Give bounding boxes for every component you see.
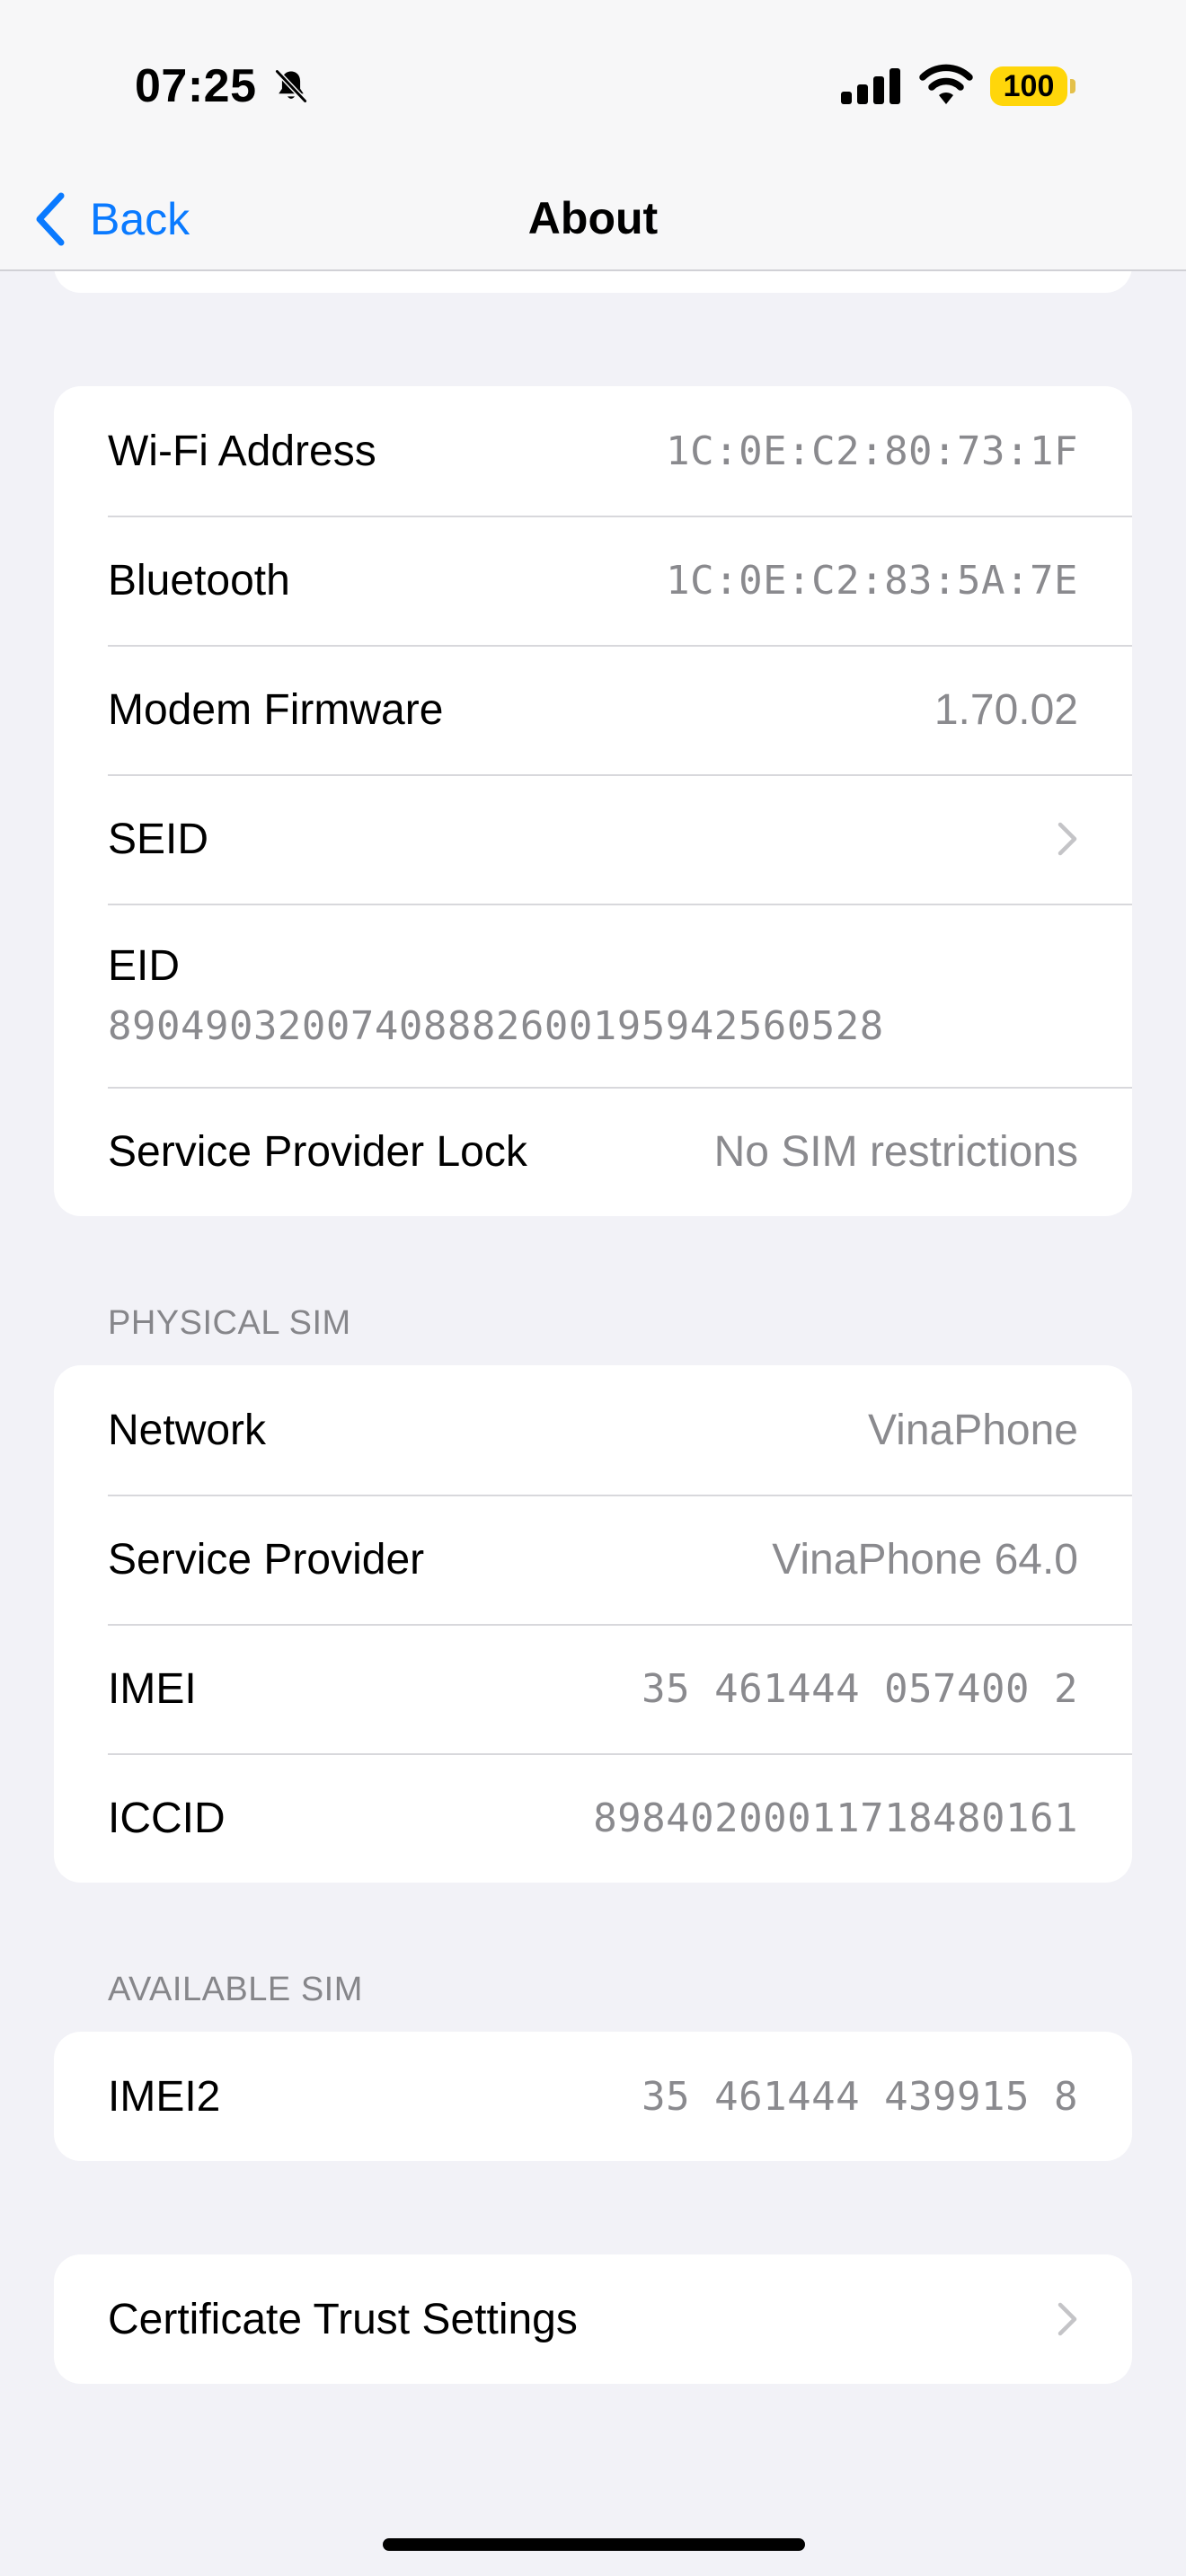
page-title: About xyxy=(527,193,659,243)
status-time: 07:25 xyxy=(135,60,257,112)
iccid-row[interactable]: ICCID 89840200011718480161 xyxy=(54,1753,1132,1883)
row-value: 35 461444 439915 8 xyxy=(642,2073,1078,2120)
imei2-row[interactable]: IMEI2 35 461444 439915 8 xyxy=(54,2032,1132,2161)
row-label: Bluetooth xyxy=(108,556,290,604)
row-label: EID xyxy=(108,942,181,990)
row-label: Modem Firmware xyxy=(108,685,444,734)
row-value: No SIM restrictions xyxy=(713,1127,1078,1176)
row-value: 1.70.02 xyxy=(934,685,1078,734)
section-header-available-sim: AVAILABLE SIM xyxy=(108,1971,363,2008)
physical-sim-group: Network VinaPhone Service Provider VinaP… xyxy=(54,1365,1132,1883)
row-value: 35 461444 057400 2 xyxy=(642,1665,1078,1712)
row-label: IMEI xyxy=(108,1664,197,1713)
row-label: Network xyxy=(108,1406,267,1454)
previous-group-bottom xyxy=(54,271,1132,293)
bell-slash-icon xyxy=(274,68,308,104)
certificate-trust-settings-row[interactable]: Certificate Trust Settings xyxy=(54,2254,1132,2384)
row-label: SEID xyxy=(108,815,209,863)
row-label: Service Provider xyxy=(108,1535,425,1584)
row-label: IMEI2 xyxy=(108,2072,221,2121)
row-value: 1C:0E:C2:83:5A:7E xyxy=(666,557,1078,604)
row-label: Certificate Trust Settings xyxy=(108,2295,578,2343)
bluetooth-row[interactable]: Bluetooth 1C:0E:C2:83:5A:7E xyxy=(54,516,1132,645)
service-provider-lock-row[interactable]: Service Provider Lock No SIM restriction… xyxy=(54,1087,1132,1216)
row-value: VinaPhone 64.0 xyxy=(772,1535,1078,1584)
navigation-bar: Back About xyxy=(0,171,1186,271)
section-header-physical-sim: PHYSICAL SIM xyxy=(108,1304,351,1342)
home-indicator[interactable] xyxy=(383,2538,805,2551)
row-value: 1C:0E:C2:80:73:1F xyxy=(666,428,1078,474)
seid-row[interactable]: SEID xyxy=(54,774,1132,904)
row-value: 89049032007408882600195942560528 xyxy=(108,1003,884,1049)
status-bar: 07:25 100 xyxy=(0,0,1186,171)
network-row[interactable]: Network VinaPhone xyxy=(54,1365,1132,1495)
battery-indicator: 100 xyxy=(990,66,1067,106)
row-value: VinaPhone xyxy=(868,1406,1078,1454)
modem-firmware-row[interactable]: Modem Firmware 1.70.02 xyxy=(54,645,1132,774)
imei-row[interactable]: IMEI 35 461444 057400 2 xyxy=(54,1624,1132,1753)
battery-tip xyxy=(1070,79,1075,93)
row-value: 89840200011718480161 xyxy=(593,1795,1078,1841)
chevron-right-icon xyxy=(1058,2302,1077,2336)
eid-row[interactable]: EID 89049032007408882600195942560528 xyxy=(54,904,1132,1087)
device-info-group: Wi-Fi Address 1C:0E:C2:80:73:1F Bluetoot… xyxy=(54,386,1132,1216)
row-label: Wi-Fi Address xyxy=(108,427,376,475)
cellular-signal-icon xyxy=(841,68,900,104)
wifi-address-row[interactable]: Wi-Fi Address 1C:0E:C2:80:73:1F xyxy=(54,386,1132,516)
available-sim-group: IMEI2 35 461444 439915 8 xyxy=(54,2032,1132,2161)
row-label: ICCID xyxy=(108,1794,226,1842)
settings-list[interactable]: Wi-Fi Address 1C:0E:C2:80:73:1F Bluetoot… xyxy=(0,271,1186,2576)
row-label: Service Provider Lock xyxy=(108,1127,527,1176)
service-provider-row[interactable]: Service Provider VinaPhone 64.0 xyxy=(54,1495,1132,1624)
certificate-group: Certificate Trust Settings xyxy=(54,2254,1132,2384)
wifi-icon xyxy=(919,64,973,104)
chevron-right-icon xyxy=(1058,822,1077,856)
